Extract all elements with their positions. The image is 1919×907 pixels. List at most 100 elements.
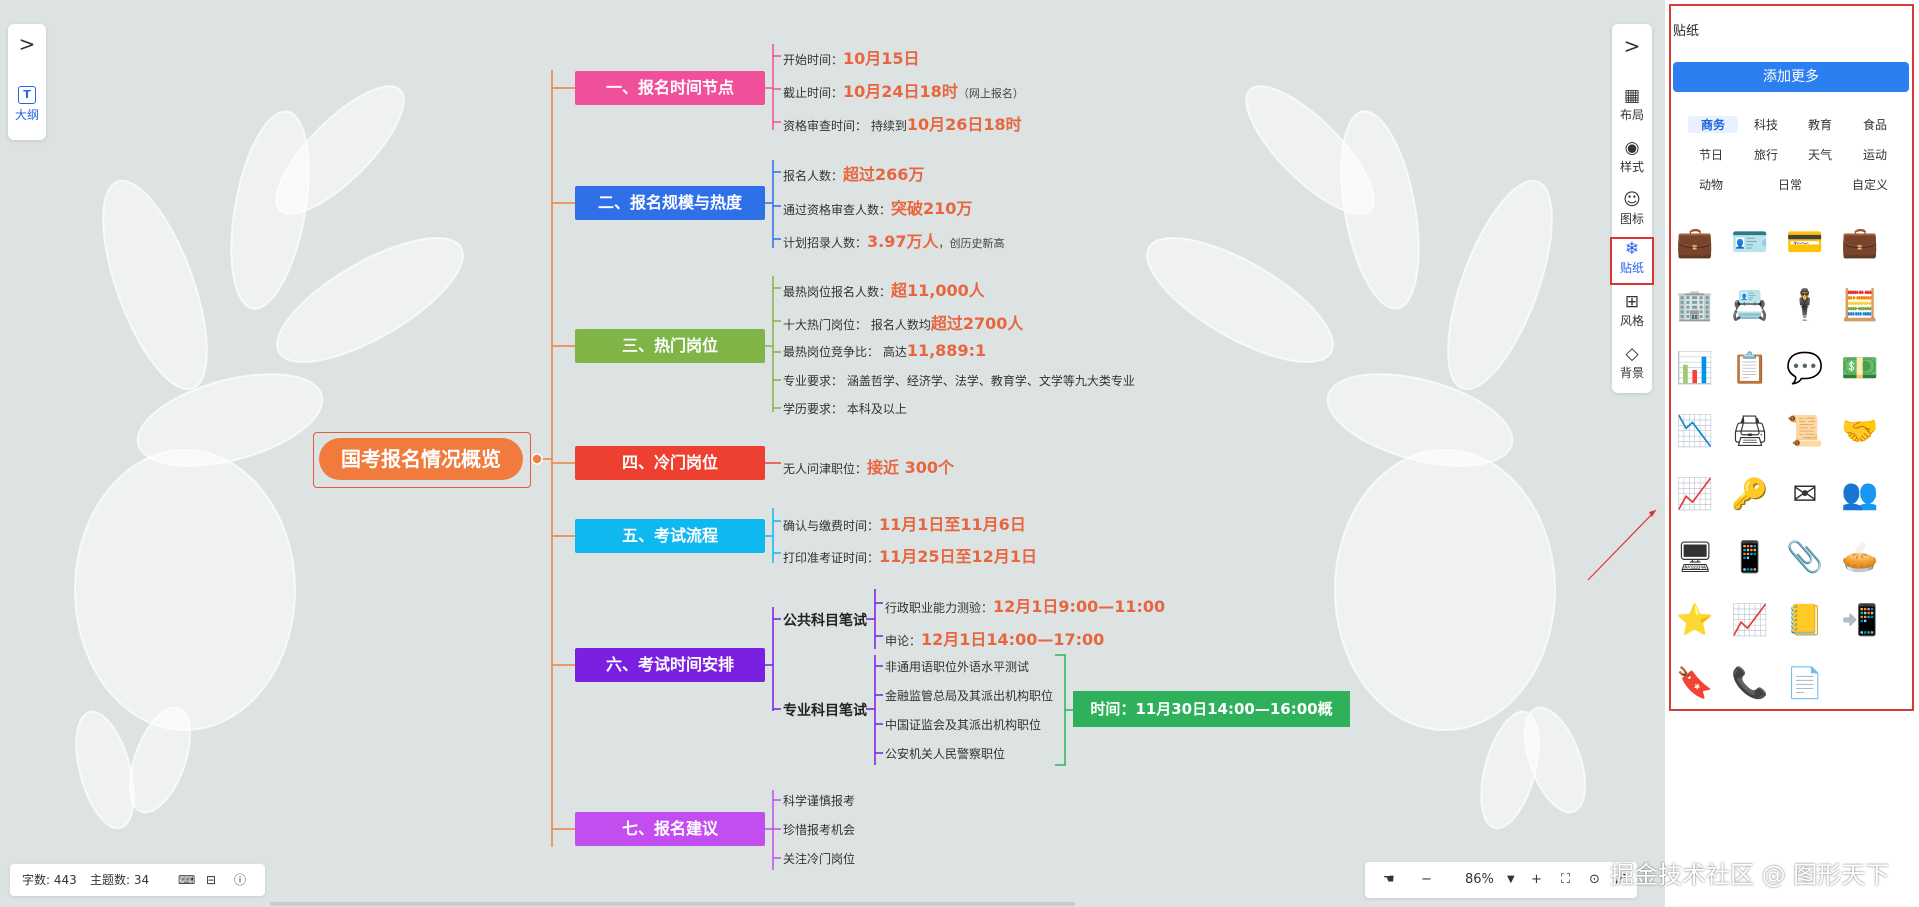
leaf[interactable]: 打印准考证时间：11月25日至12月1日 — [783, 543, 1037, 567]
briefcase-clock-sticker[interactable]: 💼 — [1673, 220, 1717, 264]
category-custom[interactable]: 自定义 — [1845, 176, 1895, 193]
background-button[interactable]: ◇ 背景 — [1612, 344, 1652, 381]
pie-chart-sticker[interactable]: 🥧 — [1838, 535, 1882, 579]
leaf[interactable]: 通过资格审查人数：突破210万 — [783, 195, 972, 219]
locate-icon[interactable]: ⊙ — [1589, 862, 1600, 898]
leaf[interactable]: 金融监管总局及其派出机构职位 — [885, 687, 1053, 704]
icon-button[interactable]: ☺ 图标 — [1612, 190, 1652, 227]
office-building-sticker[interactable]: 🏢 — [1673, 283, 1717, 327]
presentation-screen-sticker[interactable]: 🖥 — [1673, 535, 1717, 579]
info-icon[interactable]: ⓘ — [234, 864, 246, 896]
outline-button[interactable]: T 大纲 — [8, 86, 46, 123]
leaf[interactable]: 中国证监会及其派出机构职位 — [885, 716, 1041, 733]
leaf[interactable]: 非通用语职位外语水平测试 — [885, 658, 1029, 675]
leaf[interactable]: 科学谨慎报考 — [783, 792, 855, 809]
meeting-sticker[interactable]: 👥 — [1838, 472, 1882, 516]
expand-icon[interactable]: > — [1612, 34, 1652, 58]
candlestick-chart-sticker[interactable]: 📊 — [1673, 346, 1717, 390]
leaf[interactable]: 最热岗位报名人数：超11,000人 — [783, 277, 985, 301]
leaf[interactable]: 开始时间：10月15日 — [783, 45, 920, 69]
theme-button[interactable]: ⊞ 风格 — [1612, 292, 1652, 329]
keyboard-icon[interactable]: ⌨ — [178, 864, 195, 896]
topic-hot-positions[interactable]: 三、热门岗位 — [575, 329, 765, 363]
chat-bubbles-sticker[interactable]: 💬 — [1783, 346, 1827, 390]
credit-cards-sticker[interactable]: 💳 — [1783, 220, 1827, 264]
chevron-down-icon[interactable]: ▼ — [1507, 862, 1515, 898]
leaf[interactable]: 确认与缴费时间：11月1日至11月6日 — [783, 511, 1026, 535]
zoom-in-icon[interactable]: + — [1531, 862, 1542, 898]
keys-sticker[interactable]: 🔑 — [1728, 472, 1772, 516]
horizontal-scrollbar[interactable] — [270, 902, 1075, 906]
root-topic[interactable]: 国考报名情况概览 — [313, 432, 531, 488]
pointer-icon[interactable]: ☚ — [1383, 862, 1395, 898]
resume-sticker[interactable]: 📋 — [1728, 346, 1772, 390]
style-button[interactable]: ◉ 样式 — [1612, 138, 1652, 175]
declining-chart-sticker[interactable]: 📉 — [1673, 409, 1717, 453]
stamp-sticker[interactable]: 🔖 — [1673, 661, 1717, 705]
layout-toggle-icon[interactable]: ⊟ — [206, 864, 216, 896]
leaf[interactable]: 申论：12月1日14:00—17:00 — [885, 626, 1104, 650]
growth-arrow-sticker[interactable]: 📈 — [1673, 472, 1717, 516]
handshake-sticker[interactable]: 🤝 — [1838, 409, 1882, 453]
category-weather[interactable]: 天气 — [1795, 146, 1845, 163]
leaf[interactable]: 截止时间：10月24日18时（网上报名） — [783, 78, 1024, 102]
leaf[interactable]: 报名人数：超过266万 — [783, 161, 924, 185]
add-more-button[interactable]: 添加更多 — [1673, 62, 1909, 92]
layout-button[interactable]: ▦ 布局 — [1612, 86, 1652, 123]
leaf[interactable]: 关注冷门岗位 — [783, 850, 855, 867]
topic-registration-scale[interactable]: 二、报名规模与热度 — [575, 186, 765, 220]
phone-call-sticker[interactable]: 📞 — [1728, 661, 1772, 705]
topic-exam-schedule[interactable]: 六、考试时间安排 — [575, 648, 765, 682]
leaf[interactable]: 十大热门岗位： 报名人数均超过2700人 — [783, 310, 1023, 334]
leaf[interactable]: 行政职业能力测验：12月1日9:00—11:00 — [885, 593, 1165, 617]
id-card-sticker[interactable]: 🪪 — [1728, 220, 1772, 264]
envelope-sticker[interactable]: ✉ — [1783, 472, 1827, 516]
subtopic-professional-exam[interactable]: 专业科目笔试 — [783, 700, 867, 720]
topic-cold-positions[interactable]: 四、冷门岗位 — [575, 446, 765, 480]
leaf[interactable]: 珍惜报考机会 — [783, 821, 855, 838]
mobile-payment-sticker[interactable]: 📱 — [1728, 535, 1772, 579]
leaf[interactable]: 无人问津职位：接近 300个 — [783, 454, 954, 478]
line-graph-sticker[interactable]: 📈 — [1728, 598, 1772, 642]
puzzle-star-sticker[interactable]: ⭐ — [1673, 598, 1717, 642]
leaf[interactable]: 计划招录人数：3.97万人，创历史新高 — [783, 228, 1005, 252]
leaf[interactable]: 公安机关人民警察职位 — [885, 745, 1005, 762]
notepad-sticker[interactable]: 📒 — [1783, 598, 1827, 642]
leaf[interactable]: 最热岗位竞争比： 高达11,889:1 — [783, 341, 986, 360]
zoom-level[interactable]: 86% — [1465, 862, 1494, 898]
leaf[interactable]: 学历要求： 本科及以上 — [783, 400, 907, 417]
category-education[interactable]: 教育 — [1795, 116, 1845, 133]
category-daily[interactable]: 日常 — [1765, 176, 1815, 193]
printer-sticker[interactable]: 🖨 — [1728, 409, 1772, 453]
expand-icon[interactable]: > — [8, 32, 46, 56]
category-sports[interactable]: 运动 — [1850, 146, 1900, 163]
document-stamp-sticker[interactable]: 📄 — [1783, 661, 1827, 705]
category-food[interactable]: 食品 — [1850, 116, 1900, 133]
qr-phone-sticker[interactable]: 📲 — [1838, 598, 1882, 642]
category-tech[interactable]: 科技 — [1741, 116, 1791, 133]
category-travel[interactable]: 旅行 — [1741, 146, 1791, 163]
leaf[interactable]: 资格审查时间： 持续到10月26日18时 — [783, 111, 1022, 135]
fit-screen-icon[interactable]: ⛶ — [1561, 862, 1570, 898]
business-card-sticker[interactable]: 📇 — [1728, 283, 1772, 327]
category-business[interactable]: 商务 — [1688, 116, 1738, 133]
paperclip-sticker[interactable]: 📎 — [1783, 535, 1827, 579]
topic-registration-timeline[interactable]: 一、报名时间节点 — [575, 71, 765, 105]
leaf[interactable]: 专业要求： 涵盖哲学、经济学、法学、教育学、文学等九大类专业 — [783, 372, 1135, 389]
topic-registration-advice[interactable]: 七、报名建议 — [575, 812, 765, 846]
topic-exam-process[interactable]: 五、考试流程 — [575, 519, 765, 553]
contract-sticker[interactable]: 📜 — [1783, 409, 1827, 453]
category-holiday[interactable]: 节日 — [1686, 146, 1736, 163]
briefcase-sticker[interactable]: 💼 — [1838, 220, 1882, 264]
layers-icon: ◇ — [1625, 344, 1639, 364]
calculator-sticker[interactable]: 🧮 — [1838, 283, 1882, 327]
summary-exam-time[interactable]: 时间：11月30日14:00—16:00概 — [1073, 691, 1350, 727]
money-stack-sticker[interactable]: 💵 — [1838, 346, 1882, 390]
category-animals[interactable]: 动物 — [1686, 176, 1736, 193]
root-topic-label[interactable]: 国考报名情况概览 — [319, 438, 523, 480]
businessman-sticker[interactable]: 🕴 — [1783, 283, 1827, 327]
sticker-button[interactable]: ❄ 贴纸 — [1610, 237, 1654, 285]
mindmap-canvas[interactable]: 国考报名情况概览 一、报名时间节点 二、报名规模与热度 三、热门岗位 四、冷门岗… — [0, 0, 1663, 907]
zoom-out-icon[interactable]: − — [1421, 862, 1432, 898]
subtopic-public-exam[interactable]: 公共科目笔试 — [783, 610, 867, 630]
